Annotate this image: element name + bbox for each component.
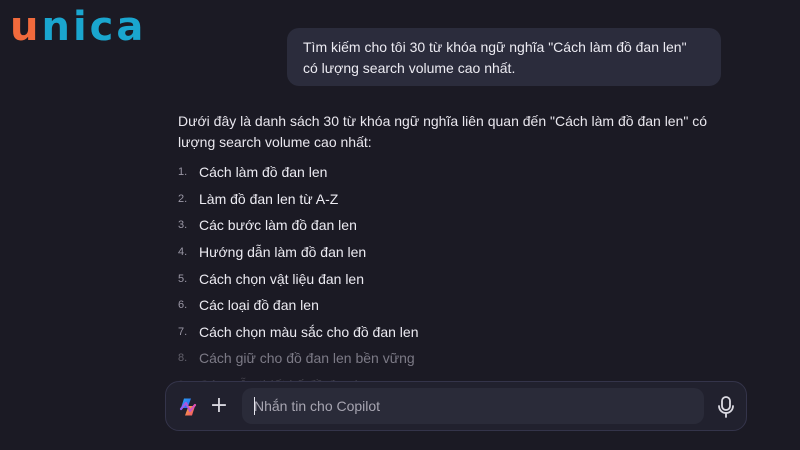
logo-rest: nica [41,4,147,50]
copilot-logo-icon[interactable] [178,397,198,417]
list-item: 1. Cách làm đồ đan len [178,159,738,186]
list-item-number: 2. [178,192,188,205]
list-item: 4. Hướng dẫn làm đồ đan len [178,239,738,266]
list-item: 6. Các loại đồ đan len [178,292,738,319]
list-item-number: 3. [178,219,188,232]
list-item: 7. Cách chọn màu sắc cho đồ đan len [178,319,738,346]
message-composer: + [165,381,747,431]
list-item: 8. Cách giữ cho đồ đan len bền vững [178,345,738,372]
list-item-text: Các bước làm đồ đan len [199,217,357,234]
list-item-number: 4. [178,246,188,259]
list-item-text: Cách giữ cho đồ đan len bền vững [199,350,415,367]
user-message-text: Tìm kiếm cho tôi 30 từ khóa ngữ nghĩa "C… [303,39,687,76]
list-item-text: Các loại đồ đan len [199,297,319,314]
list-item-text: Làm đồ đan len từ A-Z [199,190,339,207]
list-item-text: Hướng dẫn làm đồ đan len [199,244,367,261]
reply-intro: Dưới đây là danh sách 30 từ khóa ngữ ngh… [178,113,708,150]
text-caret [254,397,255,415]
message-input-container[interactable] [242,388,704,424]
list-item: 2. Làm đồ đan len từ A-Z [178,186,738,213]
keyword-list: 1. Cách làm đồ đan len 2. Làm đồ đan len t… [178,159,738,398]
assistant-reply: Dưới đây là danh sách 30 từ khóa ngữ ngh… [178,111,738,398]
list-item-text: Cách chọn màu sắc cho đồ đan len [199,323,419,340]
list-item: 3. Các bước làm đồ đan len [178,212,738,239]
message-input[interactable] [242,388,704,424]
list-item-number: 8. [178,352,188,365]
list-item-text: Cách làm đồ đan len [199,164,328,181]
list-item: 5. Cách chọn vật liệu đan len [178,265,738,292]
list-item-number: 6. [178,299,188,312]
list-item-number: 5. [178,272,188,285]
logo-u: u [10,4,42,50]
microphone-icon[interactable] [715,395,737,419]
plus-icon[interactable]: + [207,391,231,421]
list-item-text: Cách chọn vật liệu đan len [199,270,364,287]
user-message-bubble: Tìm kiếm cho tôi 30 từ khóa ngữ nghĩa "C… [287,28,721,86]
list-item-number: 1. [178,166,188,179]
list-item-number: 7. [178,325,188,338]
unica-logo: unica [10,2,146,52]
